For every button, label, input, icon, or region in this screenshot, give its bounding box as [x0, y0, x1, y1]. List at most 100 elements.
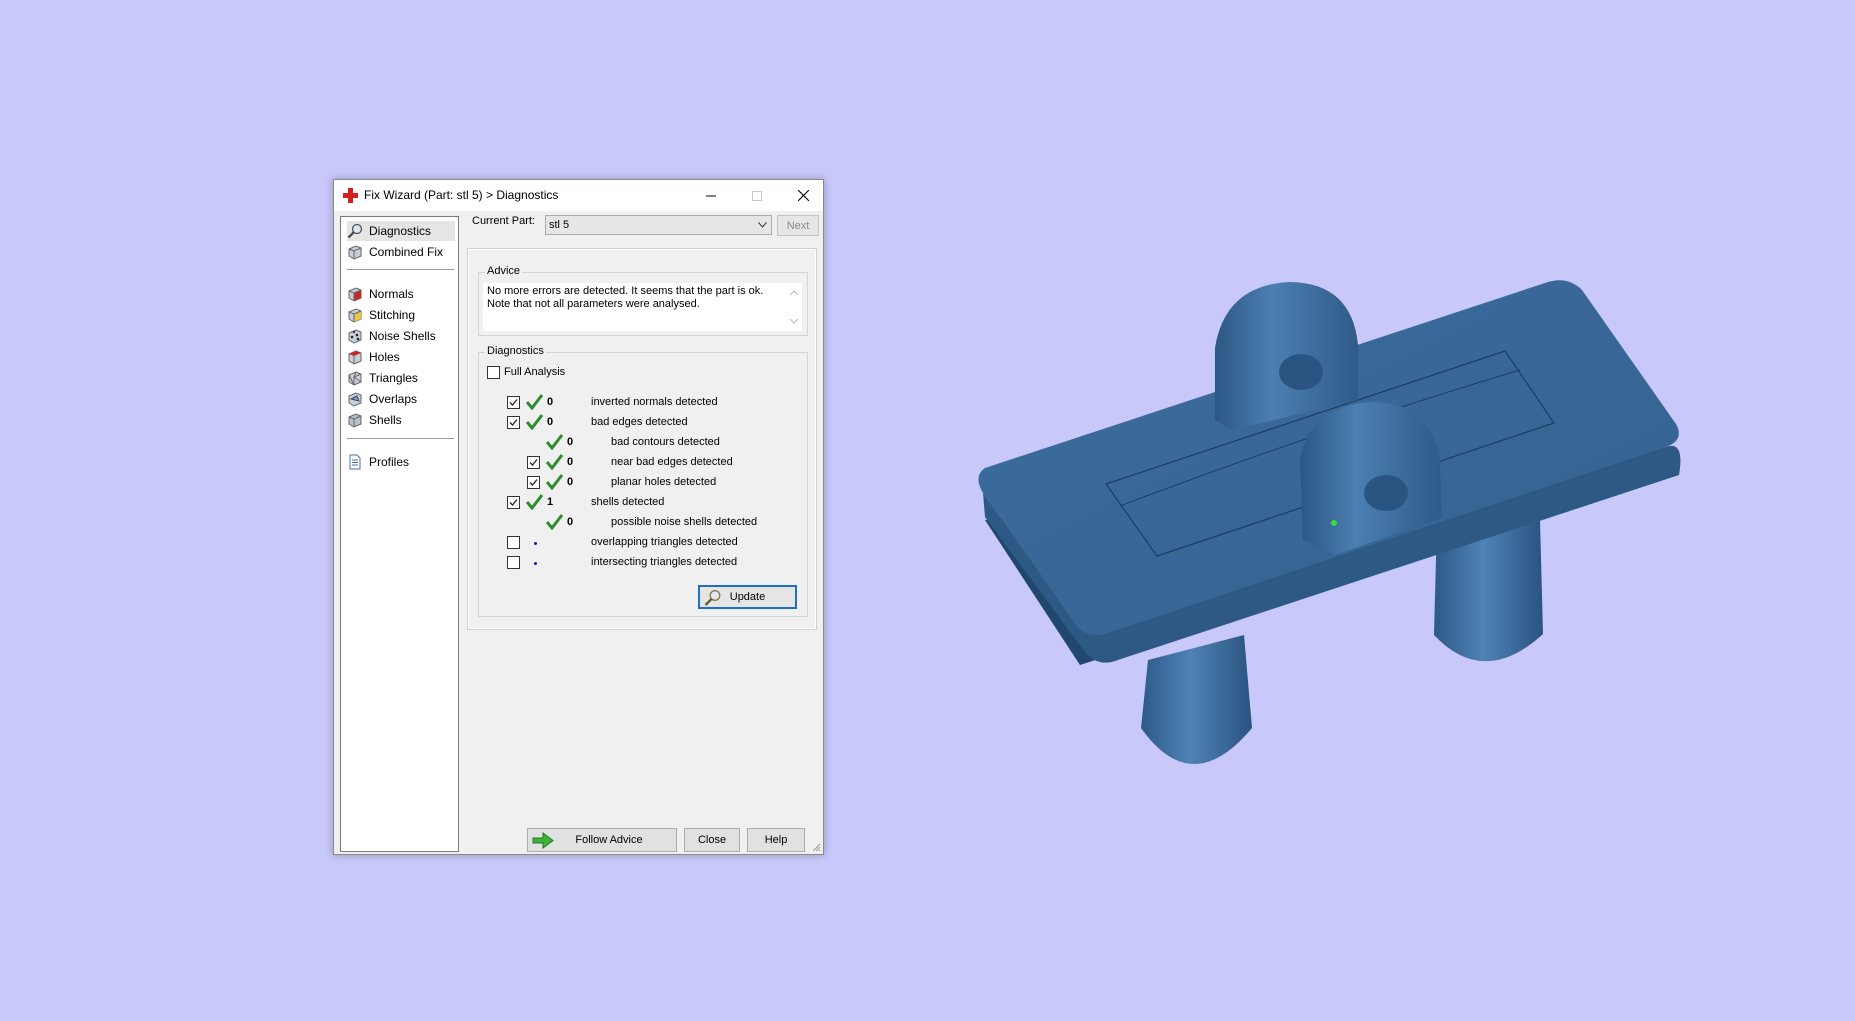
not-analysed-dot: [534, 562, 537, 565]
current-part-value: stl 5: [549, 219, 570, 231]
cube-icon: [348, 245, 362, 260]
nav-item-label: Noise Shells: [369, 329, 436, 343]
nav-item-overlaps[interactable]: Overlaps: [347, 389, 455, 409]
minimize-button[interactable]: [688, 180, 734, 211]
green-check-icon: [546, 514, 563, 530]
nav-item-stitching[interactable]: Stitching: [347, 305, 455, 325]
magnifier-icon: [704, 590, 721, 606]
next-button[interactable]: Next: [777, 215, 819, 236]
advice-line-2: Note that not all parameters were analys…: [487, 298, 700, 310]
nav-item-label: Triangles: [369, 371, 418, 385]
noise-shells-text: possible noise shells detected: [611, 516, 758, 528]
title-bar[interactable]: Fix Wizard (Part: stl 5) > Diagnostics: [334, 180, 823, 211]
green-check-icon: [546, 474, 563, 490]
close-window-button[interactable]: [780, 180, 826, 211]
checkmark-icon: [509, 419, 518, 426]
bad-contours-count: 0: [567, 436, 574, 448]
green-check-icon: [546, 454, 563, 470]
nav-item-label: Normals: [369, 287, 414, 301]
close-button-label: Close: [697, 834, 727, 846]
nav-item-label: Combined Fix: [369, 245, 444, 259]
checkmark-icon: [529, 459, 538, 466]
resize-grip-icon[interactable]: [811, 842, 821, 852]
update-button-label: Update: [729, 591, 766, 603]
full-analysis-label: Full Analysis: [504, 366, 566, 378]
nav-item-noise-shells[interactable]: Noise Shells: [347, 326, 455, 346]
nav-item-label: Shells: [369, 413, 402, 427]
advice-scrollbar[interactable]: [786, 283, 802, 331]
nav-item-diagnostics[interactable]: Diagnostics: [347, 221, 455, 241]
minimize-icon: [706, 195, 716, 196]
advice-line-1: No more errors are detected. It seems th…: [487, 285, 764, 297]
wizard-nav-panel: Diagnostics Combined Fix Normals Stitchi…: [340, 216, 459, 852]
nav-divider: [347, 269, 454, 270]
checkmark-icon: [529, 479, 538, 486]
follow-advice-label: Follow Advice: [575, 834, 643, 846]
intersecting-triangles-checkbox[interactable]: [507, 556, 520, 569]
maximize-button: [734, 180, 780, 211]
fix-wizard-dialog: Fix Wizard (Part: stl 5) > Diagnostics D…: [333, 179, 824, 855]
bad-edges-count: 0: [547, 416, 554, 428]
update-button[interactable]: Update: [698, 585, 797, 609]
overlapping-triangles-text: overlapping triangles detected: [591, 536, 738, 548]
nav-item-label: Stitching: [369, 308, 416, 322]
triangles-cube-icon: [348, 371, 362, 386]
inverted-normals-text: inverted normals detected: [591, 396, 718, 408]
planar-holes-checkbox[interactable]: [527, 476, 540, 489]
green-check-icon: [526, 494, 543, 510]
document-icon: [349, 454, 361, 470]
magnifier-icon: [347, 223, 363, 239]
nav-divider: [347, 438, 454, 439]
nav-item-profiles[interactable]: Profiles: [347, 452, 455, 472]
help-button[interactable]: Help: [747, 828, 805, 852]
green-check-icon: [546, 434, 563, 450]
noise-shells-count: 0: [567, 516, 574, 528]
planar-holes-count: 0: [567, 476, 574, 488]
bad-edges-text: bad edges detected: [591, 416, 688, 428]
shells-text: shells detected: [591, 496, 665, 508]
not-analysed-dot: [534, 542, 537, 545]
nav-item-combined-fix[interactable]: Combined Fix: [347, 242, 455, 262]
nav-item-triangles[interactable]: Triangles: [347, 368, 455, 388]
checkmark-icon: [509, 499, 518, 506]
current-part-dropdown[interactable]: stl 5: [545, 215, 772, 235]
bad-edges-checkbox[interactable]: [507, 416, 520, 429]
shells-checkbox[interactable]: [507, 496, 520, 509]
current-part-label: Current Part:: [472, 215, 535, 227]
next-button-label: Next: [786, 219, 810, 232]
close-button[interactable]: Close: [684, 828, 740, 852]
intersecting-triangles-text: intersecting triangles detected: [591, 556, 738, 568]
chevron-down-icon: [758, 222, 767, 228]
red-cross-icon: [343, 188, 358, 203]
nav-item-shells[interactable]: Shells: [347, 410, 455, 430]
shells-cube-icon: [348, 413, 362, 428]
planar-holes-text: planar holes detected: [611, 476, 717, 488]
inverted-normals-count: 0: [547, 396, 554, 408]
green-check-icon: [526, 414, 543, 430]
nav-item-label: Holes: [369, 350, 400, 364]
help-button-label: Help: [764, 834, 788, 846]
inverted-normals-checkbox[interactable]: [507, 396, 520, 409]
close-icon: [797, 190, 809, 201]
nav-item-label: Profiles: [369, 455, 410, 469]
nav-item-holes[interactable]: Holes: [347, 347, 455, 367]
bad-contours-text: bad contours detected: [611, 436, 720, 448]
3d-part-model[interactable]: [0, 0, 1855, 1021]
advice-text-box[interactable]: No more errors are detected. It seems th…: [483, 283, 802, 331]
stitching-cube-icon: [348, 308, 362, 323]
nav-item-normals[interactable]: Normals: [347, 284, 455, 304]
overlaps-cube-icon: [348, 392, 362, 407]
full-analysis-checkbox[interactable]: [487, 366, 500, 379]
checkmark-icon: [509, 399, 518, 406]
maximize-icon: [752, 190, 762, 201]
overlapping-triangles-checkbox[interactable]: [507, 536, 520, 549]
follow-advice-button[interactable]: Follow Advice: [527, 828, 677, 852]
window-title: Fix Wizard (Part: stl 5) > Diagnostics: [364, 188, 559, 202]
green-check-icon: [526, 394, 543, 410]
normals-cube-icon: [348, 287, 362, 302]
near-bad-edges-checkbox[interactable]: [527, 456, 540, 469]
noise-shells-icon: [348, 329, 362, 344]
shells-count: 1: [547, 496, 554, 508]
near-bad-edges-count: 0: [567, 456, 574, 468]
green-arrow-icon: [532, 832, 554, 849]
